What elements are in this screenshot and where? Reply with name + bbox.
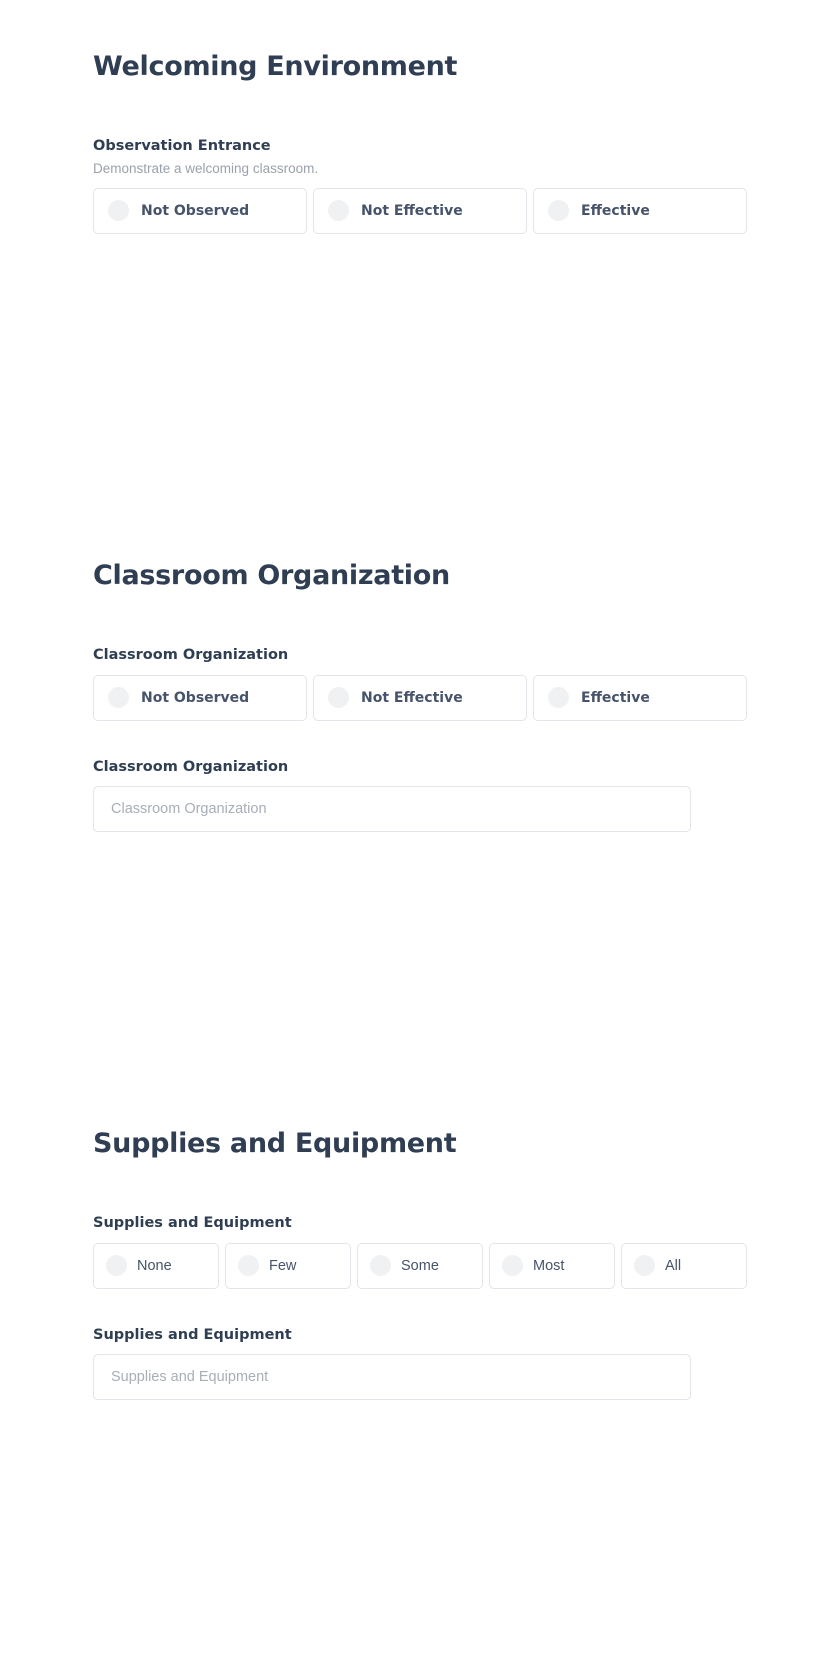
radio-option-label: Most [533,1257,565,1274]
radio-option-label: Not Observed [141,689,250,706]
radio-option-none[interactable]: None [93,1242,219,1289]
section-welcoming-environment: Welcoming Environment Observation Entran… [93,50,747,234]
section-title: Supplies and Equipment [93,1128,457,1159]
radio-circle-icon[interactable] [108,687,129,709]
section-title: Welcoming Environment [93,51,458,82]
radio-circle-icon[interactable] [328,687,349,709]
radio-option-not-observed[interactable]: Not Observed [93,187,307,234]
section-classroom-organization: Classroom Organization Classroom Organiz… [93,559,747,833]
field-classroom-organization-rating: Classroom Organization Not Observed Not … [93,646,747,721]
field-supplies-and-equipment-notes: Supplies and Equipment [93,1326,747,1401]
radio-circle-icon[interactable] [328,200,349,222]
radio-circle-icon[interactable] [548,687,569,709]
form-page: Welcoming Environment Observation Entran… [0,0,840,1680]
radio-option-label: Few [269,1257,297,1274]
radio-option-not-effective[interactable]: Not Effective [313,674,527,721]
radio-option-not-observed[interactable]: Not Observed [93,674,307,721]
radio-option-most[interactable]: Most [489,1242,615,1289]
field-supplies-and-equipment-rating: Supplies and Equipment None Few Some Mos… [93,1214,747,1289]
field-label: Supplies and Equipment [93,1214,292,1231]
radio-group-supplies-and-equipment: None Few Some Most All [93,1242,747,1289]
radio-option-label: Not Effective [361,202,463,219]
radio-option-label: Not Effective [361,689,463,706]
field-label: Observation Entrance [93,137,271,154]
section-title: Classroom Organization [93,560,450,591]
classroom-organization-input[interactable] [93,786,691,833]
radio-option-few[interactable]: Few [225,1242,351,1289]
radio-group-observation-entrance: Not Observed Not Effective Effective [93,187,747,234]
radio-circle-icon[interactable] [502,1255,523,1277]
supplies-and-equipment-input[interactable] [93,1354,691,1401]
radio-option-not-effective[interactable]: Not Effective [313,187,527,234]
field-label: Classroom Organization [93,646,289,663]
radio-circle-icon[interactable] [548,200,569,222]
section-supplies-and-equipment: Supplies and Equipment Supplies and Equi… [93,1127,747,1401]
radio-option-all[interactable]: All [621,1242,747,1289]
radio-circle-icon[interactable] [106,1255,127,1277]
field-label: Supplies and Equipment [93,1326,292,1343]
radio-circle-icon[interactable] [370,1255,391,1277]
field-classroom-organization-notes: Classroom Organization [93,758,747,833]
radio-option-label: None [137,1257,172,1274]
radio-option-effective[interactable]: Effective [533,674,747,721]
radio-circle-icon[interactable] [238,1255,259,1277]
radio-circle-icon[interactable] [634,1255,655,1277]
radio-option-some[interactable]: Some [357,1242,483,1289]
field-observation-entrance: Observation Entrance Demonstrate a welco… [93,137,747,234]
radio-option-label: Not Observed [141,202,250,219]
radio-option-effective[interactable]: Effective [533,187,747,234]
field-label: Classroom Organization [93,758,289,775]
radio-circle-icon[interactable] [108,200,129,222]
radio-option-label: Effective [581,689,650,706]
radio-option-label: Effective [581,202,650,219]
radio-option-label: Some [401,1257,439,1274]
field-help-text: Demonstrate a welcoming classroom. [93,160,319,176]
radio-option-label: All [665,1257,682,1274]
radio-group-classroom-organization: Not Observed Not Effective Effective [93,674,747,721]
